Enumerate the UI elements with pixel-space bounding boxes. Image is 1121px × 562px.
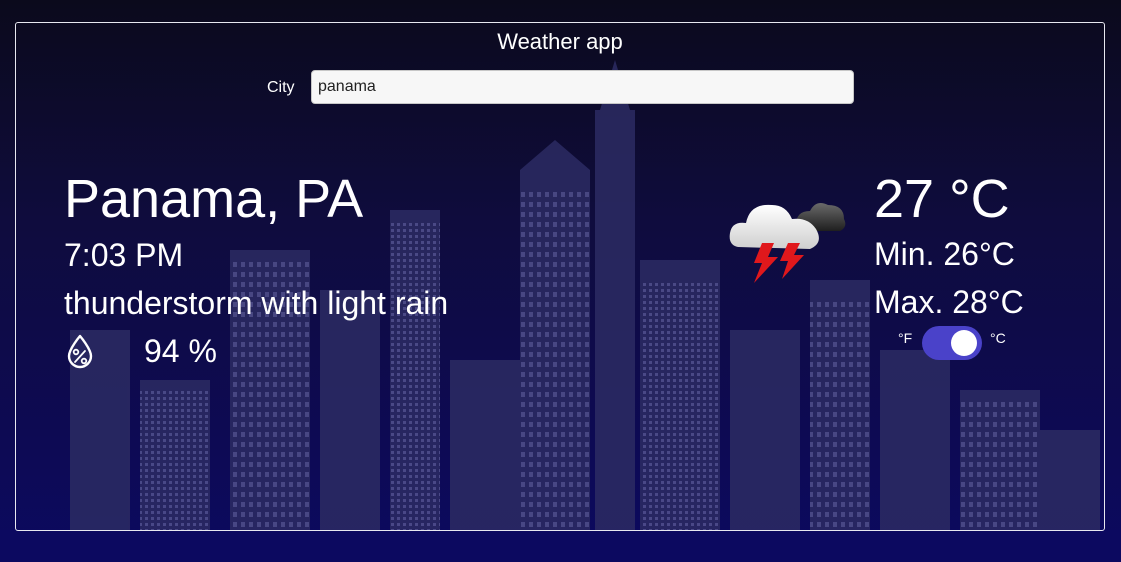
weather-description: thunderstorm with light rain	[64, 285, 449, 321]
toggle-knob	[951, 330, 977, 356]
current-temperature: 27 °C	[874, 169, 1010, 229]
city-label: City	[267, 79, 295, 96]
thunderstorm-cloud-icon	[729, 203, 846, 283]
city-search-input[interactable]	[311, 70, 854, 104]
local-time: 7:03 PM	[64, 237, 184, 273]
weather-app-panel: Weather app City Panama, PA 7:03 PM thun…	[15, 22, 1105, 531]
humidity-value: 94 %	[144, 333, 217, 369]
app-title: Weather app	[497, 29, 623, 54]
celsius-label: °C	[990, 330, 1006, 346]
fahrenheit-label: °F	[898, 330, 913, 346]
unit-toggle-switch[interactable]	[922, 326, 982, 360]
humidity-icon	[67, 334, 93, 369]
location-name: Panama, PA	[64, 169, 364, 229]
min-temperature: Min. 26°C	[874, 236, 1015, 272]
max-temperature: Max. 28°C	[874, 284, 1024, 320]
